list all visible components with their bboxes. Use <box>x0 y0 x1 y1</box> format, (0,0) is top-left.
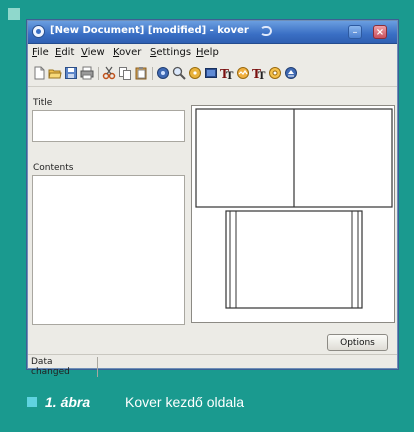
print-icon[interactable] <box>80 66 94 80</box>
contents-textarea[interactable] <box>32 175 185 325</box>
preview-icon[interactable] <box>156 66 170 80</box>
image-icon[interactable] <box>204 66 218 80</box>
close-button[interactable]: × <box>373 25 387 39</box>
cut-icon[interactable] <box>102 66 116 80</box>
eject-icon[interactable] <box>284 66 298 80</box>
svg-text:T: T <box>226 71 234 80</box>
decorative-corner-square <box>8 8 20 20</box>
toolbar-separator <box>98 67 99 80</box>
caption-text: Kover kezdő oldala <box>125 394 245 410</box>
contents-label: Contents <box>33 163 74 173</box>
window-title: [New Document] [modified] - kover <box>50 25 249 36</box>
new-document-icon[interactable] <box>32 66 46 80</box>
copy-icon[interactable] <box>118 66 132 80</box>
title-label: Title <box>33 98 53 108</box>
statusbar: Data changed <box>28 354 397 377</box>
save-icon[interactable] <box>64 66 78 80</box>
figure-caption: 1. ábra Kover kezdő oldala <box>27 394 397 412</box>
menu-view[interactable]: View <box>81 47 105 58</box>
app-icon[interactable] <box>32 25 45 38</box>
status-text: Data changed <box>31 357 98 377</box>
titlebar[interactable]: [New Document] [modified] - kover – × <box>28 21 397 44</box>
image-embed-icon[interactable] <box>236 66 250 80</box>
caption-square-icon <box>27 397 37 407</box>
kover-window: [New Document] [modified] - kover – × Fi… <box>27 20 398 377</box>
cover-preview-drawing <box>195 108 393 309</box>
title-textarea[interactable] <box>32 110 185 142</box>
menu-settings[interactable]: Settings <box>150 47 191 58</box>
cover-preview[interactable] <box>191 105 395 323</box>
cddb-icon[interactable] <box>188 66 202 80</box>
open-folder-icon[interactable] <box>48 66 62 80</box>
minimize-button[interactable]: – <box>348 25 362 39</box>
options-button-label: Options <box>340 338 375 348</box>
menu-kover[interactable]: Kover <box>113 47 141 58</box>
cd-icon[interactable] <box>268 66 282 80</box>
zoom-icon[interactable] <box>172 66 186 80</box>
title-font-icon[interactable]: TT <box>220 66 234 80</box>
menu-file[interactable]: File <box>32 47 49 58</box>
options-button[interactable]: Options <box>327 334 388 351</box>
menu-edit[interactable]: Edit <box>55 47 74 58</box>
menu-help[interactable]: Help <box>196 47 219 58</box>
menubar: File Edit View Kover Settings Help <box>28 44 397 61</box>
contents-font-icon[interactable]: TT <box>252 66 266 80</box>
kover-swirl-icon <box>260 26 272 36</box>
toolbar: TT TT <box>28 62 397 87</box>
svg-text:T: T <box>258 71 266 80</box>
paste-icon[interactable] <box>134 66 148 80</box>
caption-figure-number: 1. ábra <box>45 394 91 410</box>
toolbar-separator <box>152 67 153 80</box>
